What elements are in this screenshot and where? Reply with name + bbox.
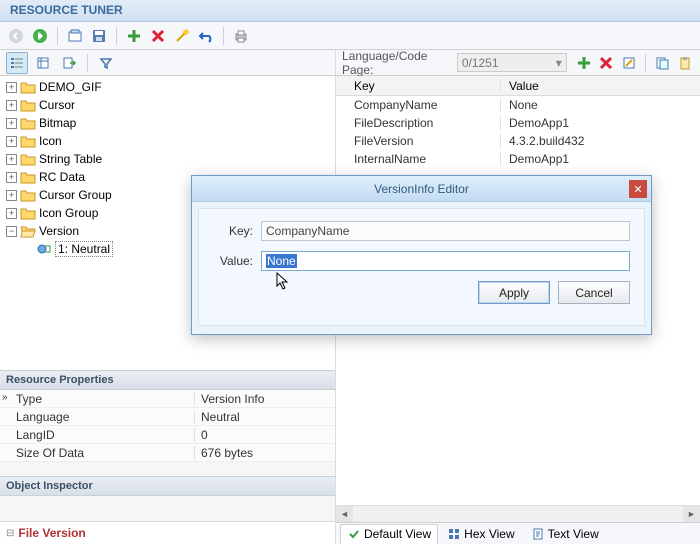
save-button[interactable] xyxy=(89,26,109,46)
hex-icon xyxy=(447,527,461,541)
language-label: Language/Code Page: xyxy=(342,49,453,77)
tree-item[interactable]: +Bitmap xyxy=(0,114,335,132)
folder-icon xyxy=(20,116,36,130)
scroll-right-icon[interactable]: ► xyxy=(683,506,700,523)
tab-hex-view[interactable]: Hex View xyxy=(440,524,521,544)
tree-view2-button[interactable] xyxy=(32,52,54,74)
back-button[interactable] xyxy=(6,26,26,46)
folder-icon xyxy=(20,98,36,112)
lang-paste-button[interactable] xyxy=(676,53,694,73)
delete-button[interactable] xyxy=(148,26,168,46)
key-label: Key: xyxy=(213,224,253,238)
add-button[interactable] xyxy=(124,26,144,46)
versioninfo-editor-dialog: VersionInfo Editor ✕ Key: CompanyName Va… xyxy=(191,175,652,335)
folder-open-icon xyxy=(20,224,36,238)
tree-item[interactable]: +Icon xyxy=(0,132,335,150)
checkmark-icon xyxy=(347,527,361,541)
folder-icon xyxy=(20,80,36,94)
file-version-row[interactable]: File Version xyxy=(0,521,335,544)
tree-view-button[interactable] xyxy=(6,52,28,74)
folder-icon xyxy=(20,170,36,184)
folder-icon xyxy=(20,188,36,202)
tree-item[interactable]: +String Table xyxy=(0,150,335,168)
key-field[interactable]: CompanyName xyxy=(261,221,630,241)
horizontal-scrollbar[interactable]: ◄ ► xyxy=(336,505,700,522)
filter-button[interactable] xyxy=(95,52,117,74)
table-header: Key Value xyxy=(336,76,700,96)
props-header: Resource Properties xyxy=(0,370,335,390)
props-row: LanguageNeutral xyxy=(0,408,335,426)
value-label: Value: xyxy=(213,254,253,268)
folder-icon xyxy=(20,206,36,220)
tree-toolbar xyxy=(0,50,335,76)
app-titlebar: RESOURCE TUNER xyxy=(0,0,700,22)
apply-button[interactable]: Apply xyxy=(478,281,550,304)
folder-icon xyxy=(20,134,36,148)
expand-icon[interactable]: + xyxy=(6,82,17,93)
expand-icon[interactable]: + xyxy=(6,154,17,165)
tree-export-button[interactable] xyxy=(58,52,80,74)
lang-delete-button[interactable] xyxy=(597,53,615,73)
expand-icon[interactable]: + xyxy=(6,190,17,201)
expand-icon[interactable]: + xyxy=(6,136,17,147)
tree-item[interactable]: +DEMO_GIF xyxy=(0,78,335,96)
print-button[interactable] xyxy=(231,26,251,46)
cancel-button[interactable]: Cancel xyxy=(558,281,630,304)
chevron-down-icon: ▾ xyxy=(556,56,562,70)
version-leaf-icon xyxy=(36,242,52,256)
table-row[interactable]: InternalNameDemoApp1 xyxy=(336,150,700,168)
inspector-header: Object Inspector xyxy=(0,476,335,496)
props-row: LangID0 xyxy=(0,426,335,444)
tab-default-view[interactable]: Default View xyxy=(340,524,438,544)
dialog-title: VersionInfo Editor ✕ xyxy=(192,176,651,202)
expand-icon[interactable]: + xyxy=(6,100,17,111)
tab-text-view[interactable]: Text View xyxy=(524,524,606,544)
inspector-body xyxy=(0,496,335,521)
folder-icon xyxy=(20,152,36,166)
table-row[interactable]: FileVersion4.3.2.build432 xyxy=(336,132,700,150)
undo-button[interactable] xyxy=(196,26,216,46)
view-tabs: Default View Hex View Text View xyxy=(336,522,700,544)
props-row: Size Of Data676 bytes xyxy=(0,444,335,462)
scroll-left-icon[interactable]: ◄ xyxy=(336,506,353,523)
lang-add-button[interactable] xyxy=(575,53,593,73)
value-field[interactable]: None xyxy=(261,251,630,271)
collapse-icon[interactable]: − xyxy=(6,226,17,237)
close-button[interactable]: ✕ xyxy=(629,180,647,198)
table-row[interactable]: FileDescriptionDemoApp1 xyxy=(336,114,700,132)
language-bar: Language/Code Page: 0/1251▾ xyxy=(336,50,700,76)
tree-item[interactable]: +Cursor xyxy=(0,96,335,114)
open-button[interactable] xyxy=(65,26,85,46)
props-table: TypeVersion Info LanguageNeutral LangID0… xyxy=(0,390,335,462)
main-toolbar xyxy=(0,22,700,50)
table-row[interactable]: CompanyNameNone xyxy=(336,96,700,114)
lang-copy-button[interactable] xyxy=(653,53,671,73)
wizard-button[interactable] xyxy=(172,26,192,46)
lang-edit-button[interactable] xyxy=(620,53,638,73)
expand-icon[interactable]: + xyxy=(6,118,17,129)
forward-button[interactable] xyxy=(30,26,50,46)
text-icon xyxy=(531,527,545,541)
expand-icon[interactable]: + xyxy=(6,208,17,219)
language-select[interactable]: 0/1251▾ xyxy=(457,53,567,72)
expand-icon[interactable]: + xyxy=(6,172,17,183)
props-row: TypeVersion Info xyxy=(0,390,335,408)
